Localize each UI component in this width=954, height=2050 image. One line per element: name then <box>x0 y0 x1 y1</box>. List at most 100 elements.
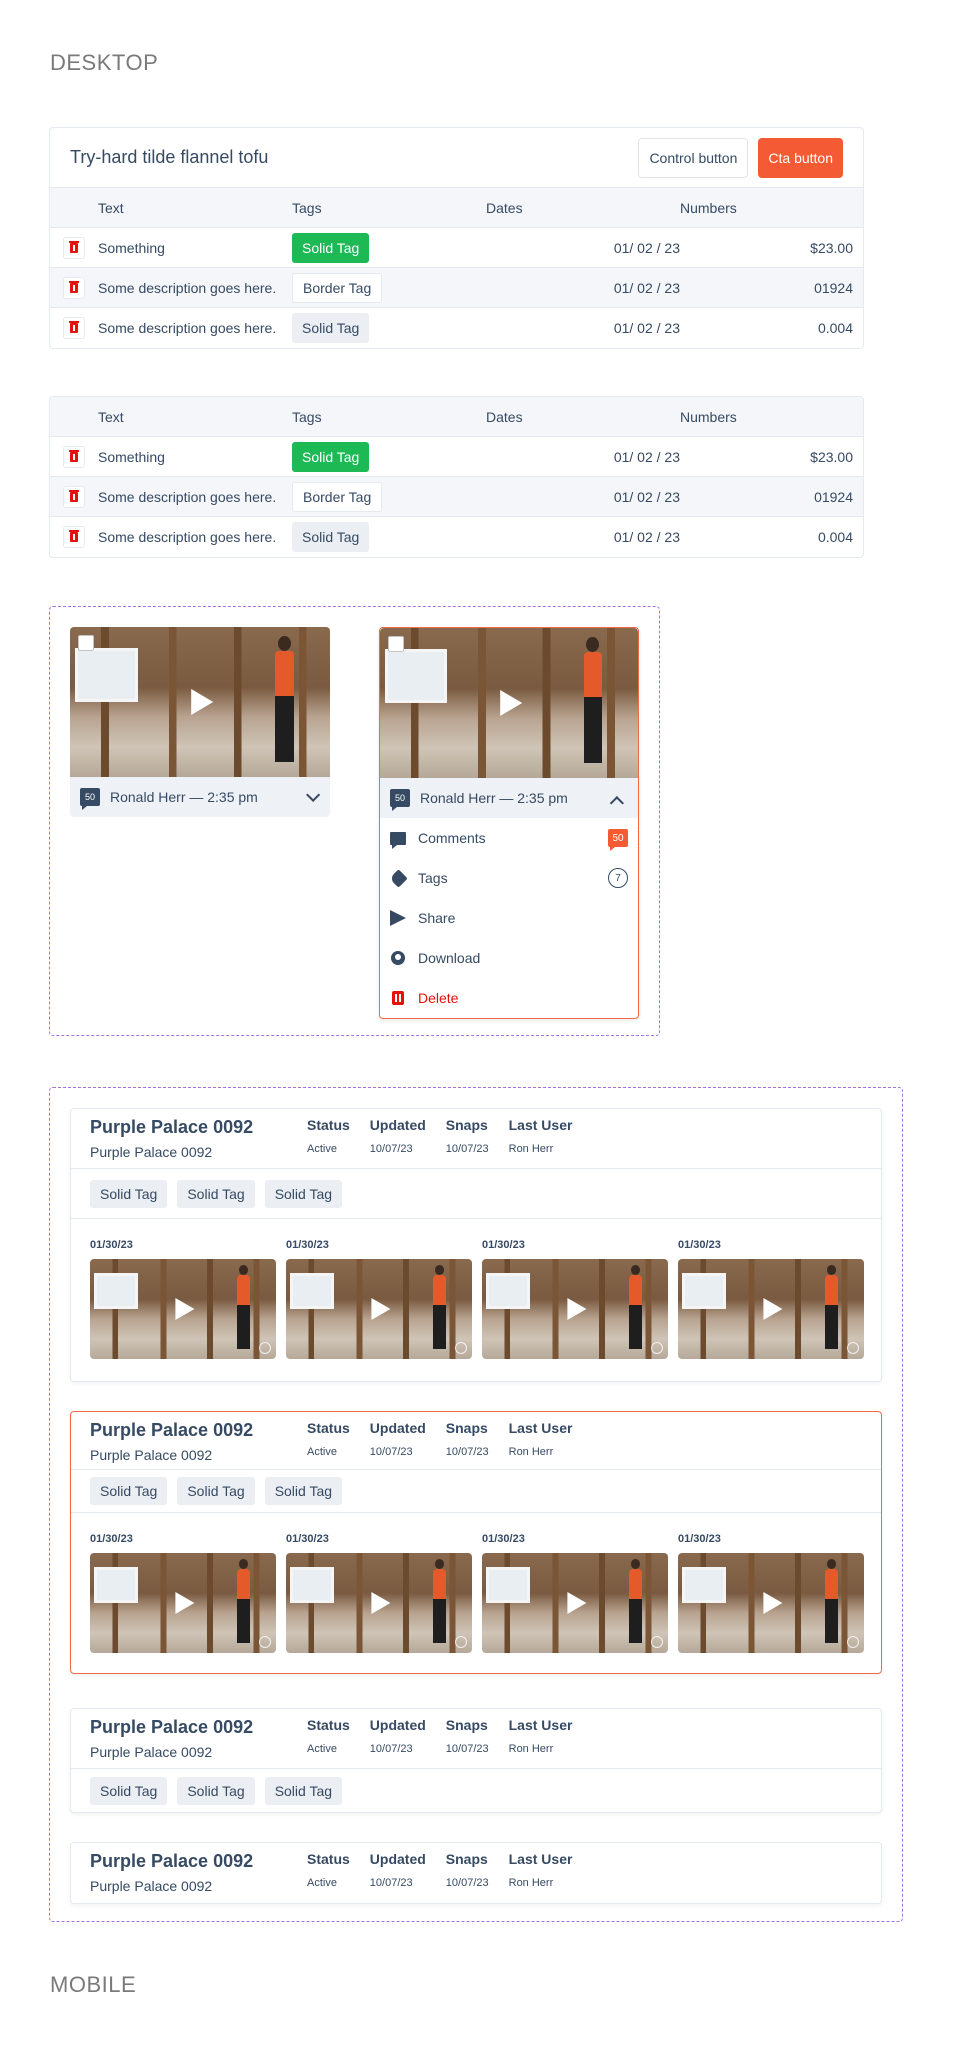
property-card[interactable]: Purple Palace 0092 Purple Palace 0092 St… <box>70 1842 882 1904</box>
snap-thumbnail[interactable] <box>482 1259 668 1359</box>
snap-thumbnail[interactable] <box>90 1553 276 1653</box>
property-card-selected[interactable]: Purple Palace 0092 Purple Palace 0092 St… <box>70 1411 882 1674</box>
menu-item-download[interactable]: Download <box>380 938 638 978</box>
snap-thumbnail[interactable] <box>482 1553 668 1653</box>
solid-tag: Solid Tag <box>90 1477 168 1505</box>
updated-label: Updated <box>369 1717 426 1733</box>
comments-count-badge: 50 <box>608 829 628 851</box>
video-card-footer[interactable]: 50 Ronald Herr — 2:35 pm <box>380 778 638 818</box>
snaps-label: Snaps <box>445 1117 488 1133</box>
property-name[interactable]: Purple Palace 0092 <box>90 1851 307 1872</box>
property-name[interactable]: Purple Palace 0092 <box>90 1420 307 1441</box>
property-subtitle: Purple Palace 0092 <box>90 1144 213 1160</box>
play-icon[interactable] <box>567 1592 587 1614</box>
menu-item-comments[interactable]: Comments 50 <box>380 818 638 858</box>
column-header-numbers[interactable]: Numbers <box>680 200 737 216</box>
last-user-value: Ron Herr <box>508 1446 554 1458</box>
cta-button[interactable]: Cta button <box>758 137 843 178</box>
delete-row-button[interactable] <box>63 276 85 299</box>
snap-thumbnail[interactable] <box>286 1553 472 1653</box>
delete-row-button[interactable] <box>63 317 85 339</box>
cell-date: 01/ 02 / 23 <box>613 448 680 465</box>
delete-row-button[interactable] <box>63 485 85 508</box>
play-icon[interactable] <box>175 1298 195 1320</box>
control-button[interactable]: Control button <box>638 137 749 178</box>
snaps-label: Snaps <box>445 1851 488 1867</box>
column-header-numbers[interactable]: Numbers <box>680 409 737 425</box>
snap-thumbnail[interactable] <box>678 1259 864 1359</box>
cell-date: 01/ 02 / 23 <box>613 488 680 505</box>
border-tag: Border Tag <box>292 481 383 512</box>
cell-date: 01/ 02 / 23 <box>613 320 680 336</box>
snap-date: 01/30/23 <box>678 1239 721 1251</box>
snap-date: 01/30/23 <box>678 1533 721 1545</box>
column-header-dates[interactable]: Dates <box>486 200 680 216</box>
updated-label: Updated <box>369 1117 426 1133</box>
video-thumbnail[interactable] <box>380 628 638 778</box>
snap-date: 01/30/23 <box>482 1533 525 1545</box>
status-label: Status <box>307 1717 350 1733</box>
property-card[interactable]: Purple Palace 0092 Purple Palace 0092 St… <box>70 1708 882 1813</box>
video-thumbnail[interactable] <box>70 627 330 777</box>
rotate-icon <box>847 1342 859 1354</box>
table-row: Something Solid Tag 01/ 02 / 23 $23.00 <box>50 228 863 268</box>
section-label-mobile: MOBILE <box>50 1972 137 1997</box>
table-row: Some description goes here. Solid Tag 01… <box>50 517 863 557</box>
updated-value: 10/07/23 <box>369 1143 413 1155</box>
status-value: Active <box>307 1743 337 1755</box>
play-icon[interactable] <box>175 1592 195 1614</box>
snap-thumbnail[interactable] <box>90 1259 276 1359</box>
snaps-value: 10/07/23 <box>445 1743 489 1755</box>
select-checkbox[interactable] <box>78 635 94 651</box>
last-user-label: Last User <box>508 1717 573 1733</box>
play-icon[interactable] <box>371 1298 391 1320</box>
property-name[interactable]: Purple Palace 0092 <box>90 1117 307 1138</box>
column-header-text[interactable]: Text <box>98 409 292 425</box>
solid-tag: Solid Tag <box>90 1776 168 1805</box>
delete-row-button[interactable] <box>63 236 85 259</box>
column-header-tags[interactable]: Tags <box>292 409 486 425</box>
delete-row-button[interactable] <box>63 526 85 548</box>
solid-tag: Solid Tag <box>264 1179 343 1208</box>
solid-tag: Solid Tag <box>292 441 370 472</box>
solid-tag: Solid Tag <box>292 522 370 552</box>
table-title-bar: Try-hard tilde flannel tofu Control butt… <box>50 128 863 188</box>
video-card-expanded[interactable]: 50 Ronald Herr — 2:35 pm Comments 50 Tag… <box>379 627 639 1019</box>
table-title: Try-hard tilde flannel tofu <box>70 147 269 167</box>
property-card[interactable]: Purple Palace 0092 Purple Palace 0092 St… <box>70 1108 882 1382</box>
last-user-value: Ron Herr <box>508 1143 554 1155</box>
snap-thumbnail[interactable] <box>678 1553 864 1653</box>
snap-thumbnail[interactable] <box>286 1259 472 1359</box>
menu-item-delete[interactable]: Delete <box>380 978 638 1018</box>
chevron-down-icon[interactable] <box>306 787 321 802</box>
play-icon[interactable] <box>763 1592 783 1614</box>
play-icon[interactable] <box>763 1298 783 1320</box>
status-value: Active <box>307 1877 337 1889</box>
cell-text: Something <box>98 448 165 465</box>
menu-item-tags[interactable]: Tags 7 <box>380 858 638 898</box>
column-header-text[interactable]: Text <box>98 200 292 216</box>
play-icon[interactable] <box>567 1298 587 1320</box>
tags-count-badge: 7 <box>608 868 628 888</box>
property-snaps: 01/30/23 01/30/23 01/30/23 01/30/23 <box>71 1513 881 1673</box>
video-card-collapsed[interactable]: 50 Ronald Herr — 2:35 pm <box>70 627 330 817</box>
comment-icon <box>390 831 406 849</box>
column-header-dates[interactable]: Dates <box>486 409 680 425</box>
delete-row-button[interactable] <box>63 445 85 468</box>
data-table: Text Tags Dates Numbers Something Solid … <box>49 396 864 558</box>
table-row: Something Solid Tag 01/ 02 / 23 $23.00 <box>50 437 863 477</box>
updated-value: 10/07/23 <box>369 1446 413 1458</box>
table-header: Text Tags Dates Numbers <box>50 397 863 437</box>
cell-number: 0.004 <box>817 529 853 545</box>
video-card-footer[interactable]: 50 Ronald Herr — 2:35 pm <box>70 777 330 817</box>
menu-item-share[interactable]: Share <box>380 898 638 938</box>
select-checkbox[interactable] <box>388 636 404 652</box>
column-header-tags[interactable]: Tags <box>292 200 486 216</box>
property-subtitle: Purple Palace 0092 <box>90 1744 213 1760</box>
play-icon[interactable] <box>191 689 214 715</box>
play-icon[interactable] <box>371 1592 391 1614</box>
property-name[interactable]: Purple Palace 0092 <box>90 1717 307 1738</box>
table-header: Text Tags Dates Numbers <box>50 188 863 228</box>
play-icon[interactable] <box>500 690 523 716</box>
snap-date: 01/30/23 <box>90 1533 133 1545</box>
